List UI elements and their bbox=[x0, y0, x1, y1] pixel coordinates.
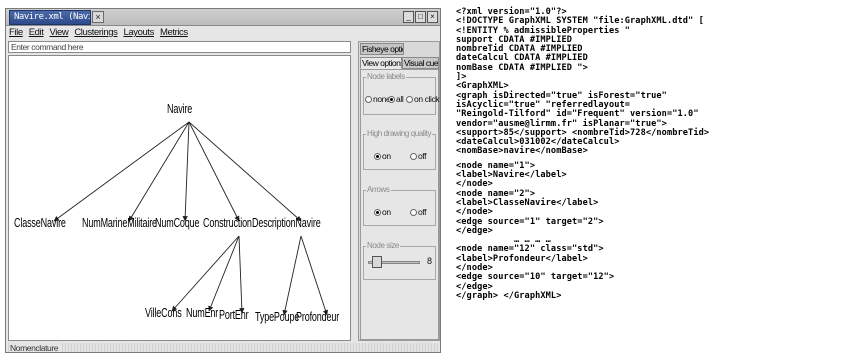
node-description[interactable]: DescriptionNavire bbox=[252, 216, 321, 230]
tab-visual-cues[interactable]: Visual cues bbox=[402, 57, 439, 69]
arrows-group: Arrows on off bbox=[363, 185, 436, 226]
node-num_enr[interactable]: NumEnr bbox=[186, 306, 218, 320]
fisheye-options-panel: Fisheye options View options Visual cues… bbox=[358, 41, 440, 341]
tab-close-button[interactable]: × bbox=[92, 11, 104, 23]
node-size-title: Node size bbox=[366, 241, 400, 250]
arrows-on-radio[interactable]: on bbox=[374, 208, 391, 217]
code-line: <label>Navire</label> bbox=[456, 170, 567, 181]
code-line: </graph> </GraphXML> bbox=[456, 290, 562, 301]
node-size-slider-thumb[interactable] bbox=[372, 256, 382, 268]
menu-clusterings[interactable]: Clusterings bbox=[74, 26, 118, 39]
code-line: ]> bbox=[456, 72, 467, 83]
menu-layouts[interactable]: Layouts bbox=[123, 26, 154, 39]
drawing-quality-on-radio[interactable]: on bbox=[374, 152, 391, 161]
status-bar: Nomenclature bbox=[8, 343, 438, 352]
code-line: <edge source="10" target="12"> bbox=[456, 272, 615, 283]
edge-construction-ville_cons bbox=[171, 235, 240, 312]
menu-view[interactable]: View bbox=[50, 26, 69, 39]
graph-canvas[interactable]: Navire ClasseNavire NumMarineMilitaire NumC… bbox=[8, 55, 351, 341]
radio-icon bbox=[410, 209, 417, 216]
node-profondeur[interactable]: Profondeur bbox=[296, 310, 339, 324]
title-bar: Navire.xml (Navire, 1.3) 1.3 × _ □ × bbox=[6, 9, 440, 26]
tab-view-options[interactable]: View options bbox=[360, 57, 402, 69]
app-window: Navire.xml (Navire, 1.3) 1.3 × _ □ × Fil… bbox=[5, 8, 441, 353]
code-line: <edge source="1" target="2"> bbox=[456, 216, 604, 227]
node-ville_cons[interactable]: VilleCons bbox=[145, 306, 182, 320]
panel-title: Fisheye options bbox=[360, 43, 404, 55]
radio-icon bbox=[410, 153, 417, 160]
radio-icon bbox=[365, 96, 372, 103]
minimize-button[interactable]: _ bbox=[403, 11, 414, 23]
menu-metrics[interactable]: Metrics bbox=[160, 26, 188, 39]
close-button[interactable]: × bbox=[427, 11, 438, 23]
code-line: <label>Profondeur</label> bbox=[456, 253, 588, 264]
node-labels-title: Node labels bbox=[366, 72, 406, 81]
edge-navire-num_marine bbox=[128, 121, 190, 222]
code-line: <nomBase>navire</nomBase> bbox=[456, 146, 588, 157]
node-construction[interactable]: Construction bbox=[203, 216, 252, 230]
menu-edit[interactable]: Edit bbox=[29, 26, 44, 39]
arrows-title: Arrows bbox=[366, 185, 391, 194]
radio-selected-icon bbox=[374, 153, 381, 160]
arrows-off-radio[interactable]: off bbox=[410, 208, 427, 217]
drawing-quality-title: High drawing quality bbox=[366, 129, 433, 138]
graphxml-listing: <?xml version="1.0"?> <!DOCTYPE GraphXML … bbox=[456, 7, 858, 353]
maximize-button[interactable]: □ bbox=[415, 11, 426, 23]
node-labels-all-radio[interactable]: all bbox=[388, 95, 404, 104]
node-labels-onclick-radio[interactable]: on click bbox=[406, 95, 440, 104]
graph-edges bbox=[53, 121, 329, 316]
node-size-value: 8 bbox=[427, 256, 433, 266]
code-line: nomBase CDATA #IMPLIED "> bbox=[456, 62, 588, 73]
window-title[interactable]: Navire.xml (Navire, 1.3) 1.3 bbox=[9, 10, 91, 25]
node-classe[interactable]: ClasseNavire bbox=[14, 216, 66, 230]
status-text: Nomenclature bbox=[10, 343, 63, 352]
code-line: <label>ClasseNavire</label> bbox=[456, 197, 599, 208]
drawing-quality-off-radio[interactable]: off bbox=[410, 152, 427, 161]
view-options-body: Node labels none all on click High drawi… bbox=[360, 69, 440, 340]
command-input[interactable]: Enter command here bbox=[8, 41, 351, 53]
edge-construction-num_enr bbox=[208, 235, 240, 312]
node-labels-none-radio[interactable]: none bbox=[365, 95, 391, 104]
window-controls: _ □ × bbox=[403, 11, 438, 23]
radio-icon bbox=[406, 96, 413, 103]
node-port_enr[interactable]: PortEnr bbox=[219, 308, 249, 322]
radio-selected-icon bbox=[374, 209, 381, 216]
menu-file[interactable]: File bbox=[9, 26, 23, 39]
node-navire[interactable]: Navire bbox=[167, 102, 192, 116]
node-num_coque[interactable]: NumCoque bbox=[155, 216, 200, 230]
radio-selected-icon bbox=[388, 96, 395, 103]
drawing-quality-group: High drawing quality on off bbox=[363, 129, 436, 170]
edge-navire-description bbox=[188, 121, 302, 222]
node-size-group: Node size 8 bbox=[363, 241, 436, 280]
edge-construction-port_enr bbox=[238, 235, 245, 314]
node-num_marine[interactable]: NumMarineMilitaire bbox=[82, 216, 157, 230]
edge-description-profondeur bbox=[300, 235, 329, 316]
edge-description-type_poupe bbox=[282, 235, 302, 316]
edge-navire-classe bbox=[53, 121, 190, 222]
node-type_poupe[interactable]: TypePoupe bbox=[255, 310, 299, 324]
edge-navire-construction bbox=[188, 121, 240, 222]
node-labels-group: Node labels none all on click bbox=[363, 72, 440, 115]
menu-bar: File Edit View Clusterings Layouts Metri… bbox=[6, 26, 440, 39]
edge-navire-num_coque bbox=[182, 121, 190, 222]
